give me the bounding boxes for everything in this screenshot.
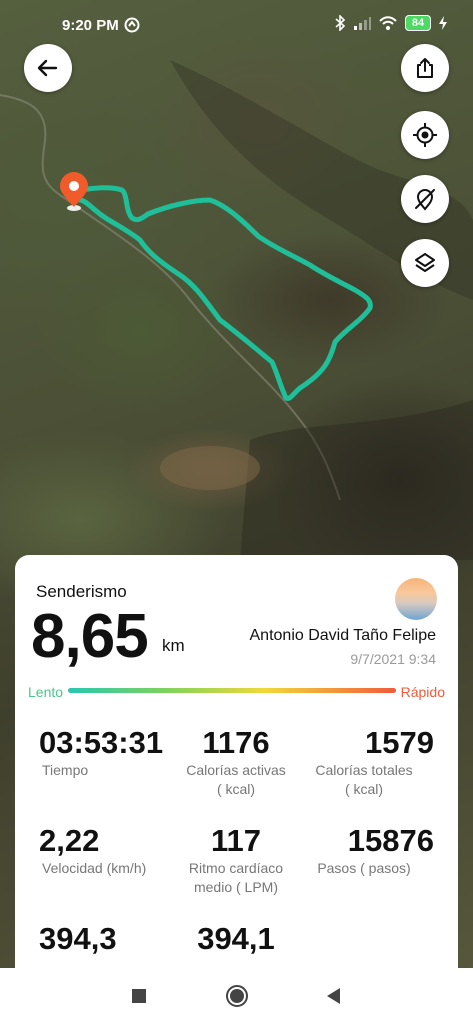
back-button[interactable]	[24, 44, 72, 92]
stat-label: Velocidad (km/h)	[42, 860, 147, 876]
stat-label: Tiempo	[42, 762, 89, 778]
share-icon	[417, 58, 433, 78]
stat-value: 03:53:31	[39, 725, 164, 760]
terrain-crater	[160, 446, 260, 490]
stat-steps: 15876 Pasos ( pasos)	[294, 823, 434, 878]
speed-gradient-bar	[68, 688, 396, 693]
status-time: 9:20 PM	[62, 17, 119, 34]
activity-date: 9/7/2021 9:34	[350, 651, 436, 667]
stat-unit: ( kcal)	[344, 781, 384, 797]
stat-total-calories: 1579 Calorías totales ( kcal)	[294, 725, 434, 799]
stat-unit: medio ( LPM)	[193, 879, 279, 895]
speed-legend-fast: Rápido	[400, 684, 445, 700]
stat-value: 394,1	[197, 921, 275, 956]
distance-unit: km	[162, 636, 185, 655]
square-icon[interactable]	[129, 986, 149, 1006]
stat-label: Calorías totales	[315, 762, 413, 778]
triangle-back-icon[interactable]	[324, 986, 344, 1006]
user-name: Antonio David Taño Felipe	[249, 627, 437, 644]
charging-icon	[439, 16, 447, 30]
locate-button[interactable]	[401, 111, 449, 159]
wifi-icon	[379, 16, 397, 30]
activity-summary-card: Senderismo 8,65 km Antonio David Taño Fe…	[15, 555, 458, 975]
battery-icon: 84	[405, 15, 431, 31]
stat-duration: 03:53:31 Tiempo	[39, 725, 163, 780]
layers-icon	[415, 253, 435, 272]
bluetooth-icon	[335, 15, 345, 31]
stat-label: Pasos ( pasos)	[317, 860, 411, 876]
status-bar: 9:20 PM 84	[0, 0, 473, 56]
stat-value: 1176	[202, 725, 270, 760]
arrow-left-icon	[37, 59, 58, 77]
signal-icon	[354, 17, 371, 30]
locate-icon	[413, 123, 437, 147]
distance-value: 8,65	[31, 602, 149, 671]
status-icons: 84	[335, 15, 447, 31]
system-nav-bar	[0, 968, 473, 1024]
hide-route-button[interactable]	[401, 175, 449, 223]
stat-value: 394,3	[39, 921, 117, 956]
stat-value: 1579	[365, 725, 434, 760]
stat-value: 117	[210, 823, 261, 858]
stat-label: Calorías activas	[186, 762, 286, 778]
avatar[interactable]	[395, 578, 437, 620]
stat-value: 2,22	[39, 823, 100, 858]
route-off-icon	[415, 189, 435, 211]
stat-heart-rate: 117 Ritmo cardíaco medio ( LPM)	[175, 823, 297, 897]
activity-type: Senderismo	[36, 582, 127, 601]
circle-icon[interactable]	[225, 984, 249, 1008]
stat-label: Ritmo cardíaco	[188, 860, 284, 876]
route-path	[77, 185, 373, 401]
speed-legend-slow: Lento	[28, 684, 64, 700]
stat-extra-1: 394,3	[39, 921, 117, 957]
stat-speed: 2,22 Velocidad (km/h)	[39, 823, 146, 878]
stat-extra-2: 394,1	[175, 921, 297, 957]
app-notification-icon	[124, 17, 140, 33]
stat-unit: ( kcal)	[216, 781, 256, 797]
start-marker-icon[interactable]	[60, 172, 88, 211]
terrain-lava	[240, 400, 473, 560]
share-button[interactable]	[401, 44, 449, 92]
layers-button[interactable]	[401, 239, 449, 287]
stat-value: 15876	[347, 823, 434, 858]
stat-active-calories: 1176 Calorías activas ( kcal)	[175, 725, 297, 799]
